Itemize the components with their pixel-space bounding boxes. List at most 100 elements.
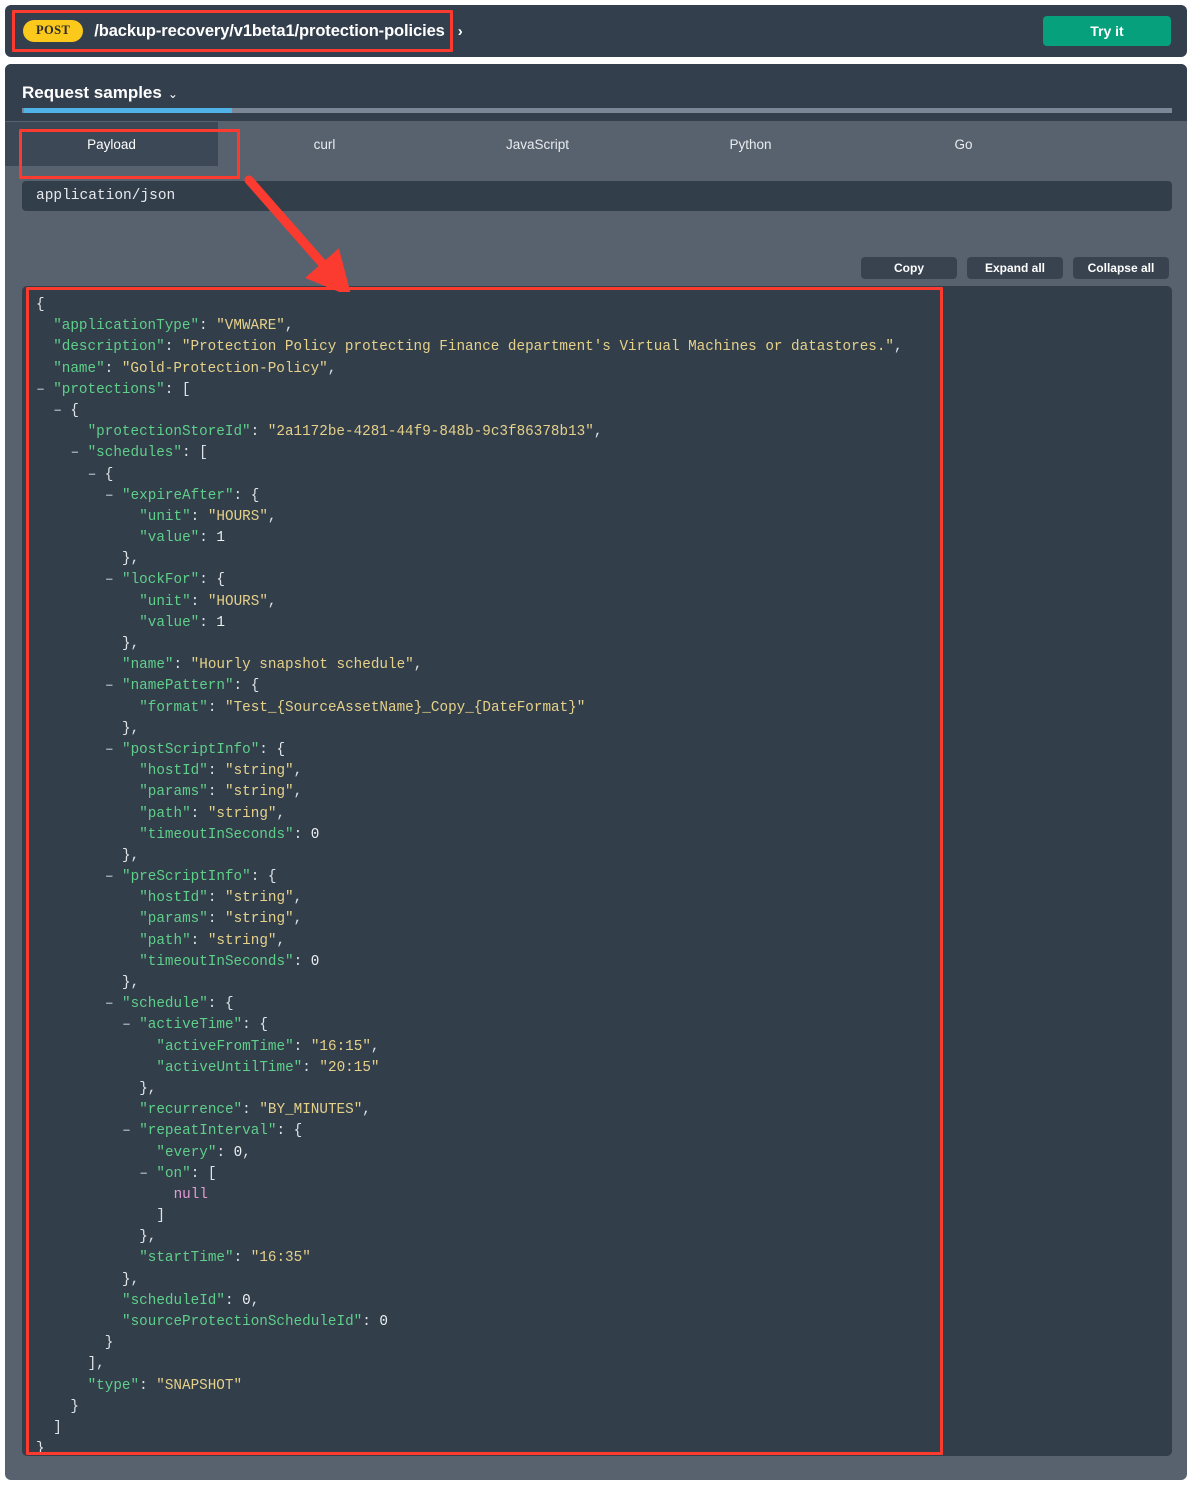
code-line-content: "name": "Hourly snapshot schedule", <box>22 657 422 673</box>
copy-button[interactable]: Copy <box>861 257 957 279</box>
code-token-k: "scheduleId" <box>122 1292 225 1309</box>
code-token-k: "path" <box>139 932 191 949</box>
code-line-content: "scheduleId": 0, <box>22 1293 259 1309</box>
code-token-p: , <box>293 763 303 780</box>
code-line: "type": "SNAPSHOT" <box>22 1376 1172 1397</box>
collapse-toggle-icon[interactable]: – <box>53 401 62 422</box>
code-token-n: 0 <box>233 1144 243 1161</box>
code-token-p: } <box>104 1335 114 1352</box>
code-line: ], <box>22 1354 1172 1375</box>
code-line-content: }, <box>22 551 139 567</box>
collapse-toggle-icon[interactable]: – <box>122 1121 131 1142</box>
code-line-content: } <box>22 1399 79 1415</box>
collapse-toggle-icon[interactable]: – <box>71 443 80 464</box>
code-line: "unit": "HOURS", <box>22 592 1172 613</box>
collapse-toggle-icon[interactable]: – <box>105 740 114 761</box>
endpoint-path: /backup-recovery/v1beta1/protection-poli… <box>94 21 445 40</box>
http-method-badge: POST <box>23 20 84 42</box>
code-token-k: "repeatInterval" <box>139 1123 277 1140</box>
collapse-toggle-icon[interactable]: – <box>105 994 114 1015</box>
tab-go[interactable]: Go <box>857 122 1070 166</box>
tab-label: curl <box>313 136 336 152</box>
collapse-toggle-icon[interactable]: – <box>88 465 97 486</box>
code-token-k: "timeoutInSeconds" <box>139 826 294 843</box>
code-line: "value": 1 <box>22 528 1172 549</box>
code-token-p: : { <box>276 1123 303 1140</box>
code-token-p: { <box>36 297 45 313</box>
collapse-toggle-icon[interactable]: – <box>36 380 45 401</box>
code-actions: Copy Expand all Collapse all <box>861 257 1169 279</box>
tab-payload[interactable]: Payload <box>5 122 218 166</box>
code-line: } <box>22 1439 1172 1456</box>
code-token-p: , <box>370 1038 380 1055</box>
code-line: – "expireAfter": { <box>22 486 1172 507</box>
code-token-p: , <box>242 1144 251 1161</box>
code-token-k: "preScriptInfo" <box>122 869 251 886</box>
code-token-s: "string" <box>225 890 294 907</box>
code-token-k: "protections" <box>53 381 165 398</box>
code-line: "path": "string", <box>22 804 1172 825</box>
code-token-p: : <box>293 953 311 970</box>
tab-label: JavaScript <box>505 136 570 152</box>
code-line-content: "format": "Test_{SourceAssetName}_Copy_{… <box>22 700 585 716</box>
code-line: – "namePattern": { <box>22 676 1172 697</box>
chevron-right-icon[interactable]: › <box>458 23 463 40</box>
try-it-button[interactable]: Try it <box>1043 16 1171 46</box>
code-token-p: , <box>593 424 603 441</box>
code-token-p: : <box>302 1059 320 1076</box>
code-line: "protectionStoreId": "2a1172be-4281-44f9… <box>22 422 1172 443</box>
code-line-content: "timeoutInSeconds": 0 <box>22 954 319 970</box>
code-line-content: "path": "string", <box>22 806 285 822</box>
code-line-content: "type": "SNAPSHOT" <box>22 1378 242 1394</box>
code-token-p: : [ <box>164 381 191 398</box>
code-token-p: }, <box>122 636 140 652</box>
code-token-k: "lockFor" <box>122 572 200 589</box>
code-line: }, <box>22 634 1172 655</box>
code-line: – "lockFor": { <box>22 570 1172 591</box>
code-token-k: "startTime" <box>139 1250 234 1267</box>
code-token-s: "string" <box>225 784 294 801</box>
code-token-n: 0 <box>379 1314 388 1330</box>
collapse-toggle-icon[interactable]: – <box>105 486 114 507</box>
collapse-all-button[interactable]: Collapse all <box>1073 257 1169 279</box>
code-line: }, <box>22 1270 1172 1291</box>
code-line: – "schedule": { <box>22 994 1172 1015</box>
code-token-k: "on" <box>156 1165 191 1182</box>
code-line: –{ <box>22 465 1172 486</box>
tab-python[interactable]: Python <box>644 122 857 166</box>
code-token-p: : <box>164 339 182 356</box>
language-tabs: Payload curl JavaScript Python Go <box>5 122 1187 166</box>
request-samples-panel: Request samples ⌄ Payload curl JavaScript P… <box>5 64 1187 1480</box>
code-line-content: ] <box>22 1208 165 1224</box>
code-token-p: : <box>207 784 225 801</box>
code-line: "activeFromTime": "16:15", <box>22 1037 1172 1058</box>
api-reference-page: POST /backup-recovery/v1beta1/protection… <box>0 0 1192 1486</box>
code-line-content: "protectionStoreId": "2a1172be-4281-44f9… <box>22 424 603 441</box>
endpoint-summary[interactable]: POST /backup-recovery/v1beta1/protection… <box>23 20 463 42</box>
code-token-p: , <box>276 932 286 949</box>
code-token-p: : <box>190 932 208 949</box>
chevron-down-icon[interactable]: ⌄ <box>168 87 178 101</box>
code-line-content: }, <box>22 721 139 737</box>
code-line: "recurrence": "BY_MINUTES", <box>22 1100 1172 1121</box>
code-line-content: "recurrence": "BY_MINUTES", <box>22 1102 371 1118</box>
collapse-toggle-icon[interactable]: – <box>122 1015 131 1036</box>
expand-all-button[interactable]: Expand all <box>967 257 1063 279</box>
collapse-toggle-icon[interactable]: – <box>105 570 114 591</box>
collapse-toggle-icon[interactable]: – <box>139 1164 148 1185</box>
collapse-toggle-icon[interactable]: – <box>105 867 114 888</box>
tabs-active-indicator <box>24 108 232 113</box>
code-line-content: }, <box>22 1081 156 1097</box>
code-token-k: "hostId" <box>139 763 208 780</box>
collapse-toggle-icon[interactable]: – <box>105 676 114 697</box>
code-line: }, <box>22 719 1172 740</box>
code-token-s: "20:15" <box>319 1059 380 1076</box>
tab-javascript[interactable]: JavaScript <box>431 122 644 166</box>
tab-curl[interactable]: curl <box>218 122 431 166</box>
code-token-p: : <box>293 1038 311 1055</box>
code-line-content: "sourceProtectionScheduleId": 0 <box>22 1314 388 1330</box>
payload-code-block[interactable]: {"applicationType": "VMWARE", "descriptio… <box>22 286 1172 1456</box>
code-line: "format": "Test_{SourceAssetName}_Copy_{… <box>22 698 1172 719</box>
code-line-content: }, <box>22 636 139 652</box>
code-token-p: }, <box>139 1229 157 1246</box>
